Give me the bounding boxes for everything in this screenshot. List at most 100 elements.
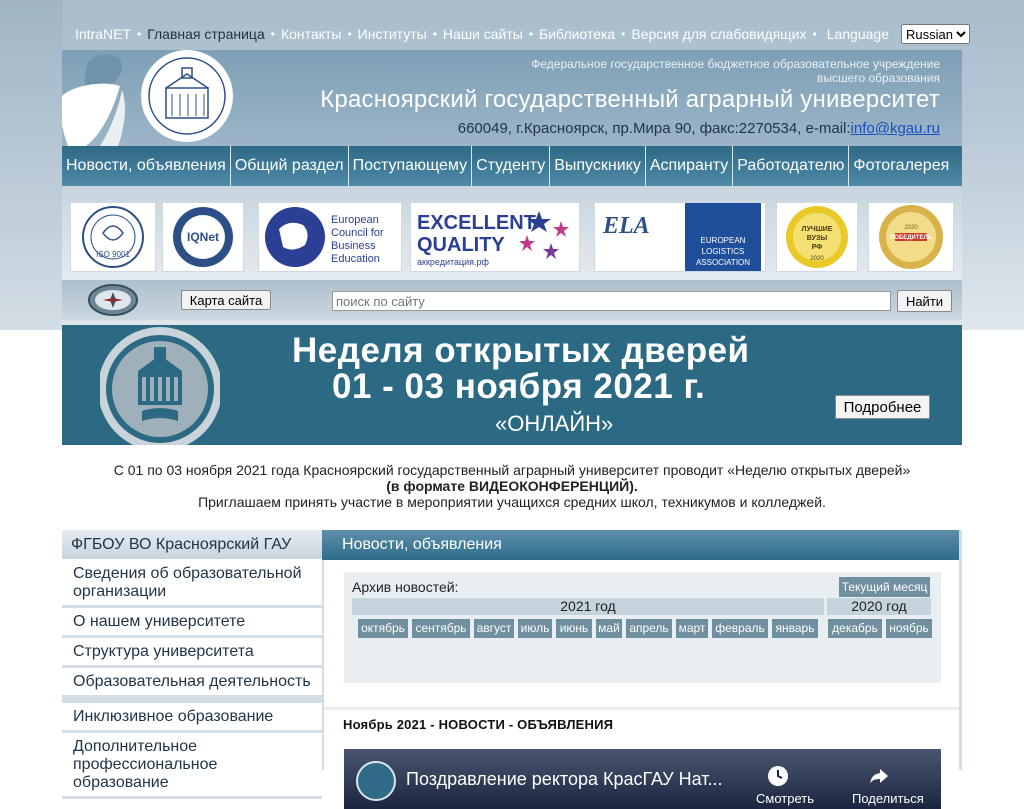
eq-line-3: аккредитация.рф [417,257,490,267]
top-links-bar: IntraNET • Главная страница • Контакты •… [62,18,970,50]
sitemap-button[interactable]: Карта сайта [181,290,271,310]
ela-badge[interactable]: ELA EUROPEAN LOGISTICS ASSOCIATION [594,202,766,272]
link-home[interactable]: Главная страница [147,26,265,42]
winner-line-2: 2020 [904,225,918,231]
month-button[interactable]: август [474,619,514,638]
page-background-left [0,0,62,330]
nav-item-news[interactable]: Новости, объявления [62,146,231,186]
link-our-sites[interactable]: Наши сайты [443,26,523,42]
sidebar-item-about[interactable]: О нашем университете [62,608,322,638]
link-institutes[interactable]: Институты [358,26,427,42]
separator-dot: • [621,27,626,41]
month-button[interactable]: июль [518,619,552,638]
month-button[interactable]: июнь [556,619,592,638]
announcement-bold: (в формате ВИДЕОКОНФЕРЕНЦИЙ). [386,478,638,494]
channel-avatar[interactable] [356,761,396,801]
month-button[interactable]: февраль [712,619,768,638]
news-divider [324,707,959,710]
video-player[interactable]: Поздравление ректора КрасГАУ Нат... Смот… [344,749,941,809]
search-button[interactable]: Найти [897,290,952,312]
share-label[interactable]: Поделиться [852,791,924,806]
nav-item-general[interactable]: Общий раздел [231,146,349,186]
video-title[interactable]: Поздравление ректора КрасГАУ Нат... [406,769,723,790]
ecbe-line-3: Business [331,240,376,252]
header-subtitle: Федеральное государственное бюджетное об… [531,57,940,85]
link-library[interactable]: Библиотека [539,26,615,42]
eq-line-1: EXCELLENT [417,212,536,234]
sidebar-item-org-info[interactable]: Сведения об образовательной организации [62,560,322,608]
nav-item-student[interactable]: Студенту [472,146,551,186]
ela-logo-text: ELA [602,213,650,239]
month-button[interactable]: декабрь [828,619,882,638]
sidebar-item-inclusive[interactable]: Инклюзивное образование [62,703,322,733]
nav-item-applicant[interactable]: Поступающему [349,146,473,186]
header-subtitle-line-2: высшего образования [817,71,940,85]
page-title: Красноярский государственный аграрный ун… [320,86,940,113]
sidebar-header[interactable]: ФГБОУ ВО Красноярский ГАУ [62,530,322,560]
separator-dot: • [812,27,817,41]
link-low-vision[interactable]: Версия для слабовидящих [631,26,806,42]
search-input[interactable] [332,291,891,311]
announcement-line-2: (в формате ВИДЕОКОНФЕРЕНЦИЙ). [62,478,962,494]
iqnet-badge[interactable]: IQNet [162,202,244,272]
nav-item-postgraduate[interactable]: Аспиранту [646,146,734,186]
news-archive: Архив новостей: Текущий месяц 2021 год 2… [344,572,941,683]
link-contacts[interactable]: Контакты [281,26,341,42]
ecbe-line-1: European [331,214,379,226]
best-line-3: РФ [812,244,823,251]
month-button[interactable]: ноябрь [886,619,932,638]
sidebar-item-structure[interactable]: Структура университета [62,638,322,668]
month-button[interactable]: октябрь [358,619,408,638]
header-address: 660049, г.Красноярск, пр.Мира 90, факс:2… [458,120,940,137]
announcement-text: С 01 по 03 ноября 2021 года Красноярский… [62,462,962,510]
watch-later-label[interactable]: Смотреть [756,791,814,806]
language-select[interactable]: Russian [901,24,970,44]
year-2021-label: 2021 год [352,598,824,615]
search-bar: Карта сайта Найти [62,280,962,320]
email-link[interactable]: info@kgau.ru [851,120,940,137]
banner-title-line-3: «ОНЛАЙН» [495,411,614,436]
iso-9001-badge[interactable]: ISO 9001 [70,202,156,272]
current-month-button[interactable]: Текущий месяц [839,577,930,597]
nav-item-graduate[interactable]: Выпускнику [550,146,646,186]
month-button[interactable]: май [596,619,622,638]
iqnet-label: IQNet [187,230,219,244]
winner-badge[interactable]: ПОБЕДИТЕЛЬ 2020 [868,202,954,272]
open-days-banner[interactable]: Неделя открытых дверей 01 - 03 ноября 20… [62,325,962,445]
accreditation-logos: ISO 9001 IQNet European Council for Busi… [62,186,962,280]
month-button[interactable]: январь [772,619,818,638]
details-button[interactable]: Подробнее [835,395,930,419]
header-subtitle-line-1: Федеральное государственное бюджетное об… [531,57,940,71]
separator-dot: • [528,27,534,41]
best-line-4: 2020 [810,256,824,262]
best-line-1: ЛУЧШИЕ [802,226,833,233]
announcement-line-1: С 01 по 03 ноября 2021 года Красноярский… [113,462,911,478]
clock-icon[interactable] [767,765,789,787]
separator-dot: • [137,27,142,41]
nav-item-gallery[interactable]: Фотогалерея [849,146,953,186]
language-label: Language [826,26,889,42]
month-button[interactable]: март [676,619,708,638]
sidebar-item-additional[interactable]: Дополнительное профессиональное образова… [62,733,322,799]
excellent-quality-badge[interactable]: EXCELLENT QUALITY аккредитация.рф [410,202,580,272]
university-logo[interactable] [62,50,242,146]
announcement-line-3: Приглашаем принять участие в мероприятии… [198,494,826,510]
sidebar-item-education[interactable]: Образовательная деятельность [62,668,322,703]
month-button[interactable]: сентябрь [412,619,470,638]
banner-title-line-2: 01 - 03 ноября 2021 г. [332,367,706,406]
share-icon[interactable] [868,765,890,787]
banner-title-line-1: Неделя открытых дверей [292,331,750,370]
ecbe-line-4: Education [331,253,380,265]
best-universities-badge[interactable]: ЛУЧШИЕ ВУЗЫ РФ 2020 [776,202,858,272]
ecbe-line-2: Council for [331,227,384,239]
nav-item-employer[interactable]: Работодателю [733,146,850,186]
separator-dot: • [270,27,275,41]
winner-line-1: ПОБЕДИТЕЛЬ [890,235,933,241]
year-2020-label: 2020 год [827,598,931,615]
main-nav: Новости, объявления Общий раздел Поступа… [62,146,962,186]
link-intranet[interactable]: IntraNET [75,26,131,42]
ela-line-1: EUROPEAN [701,236,746,245]
month-button[interactable]: апрель [626,619,672,638]
university-emblem [100,327,220,445]
ecbe-badge[interactable]: European Council for Business Education [258,202,402,272]
